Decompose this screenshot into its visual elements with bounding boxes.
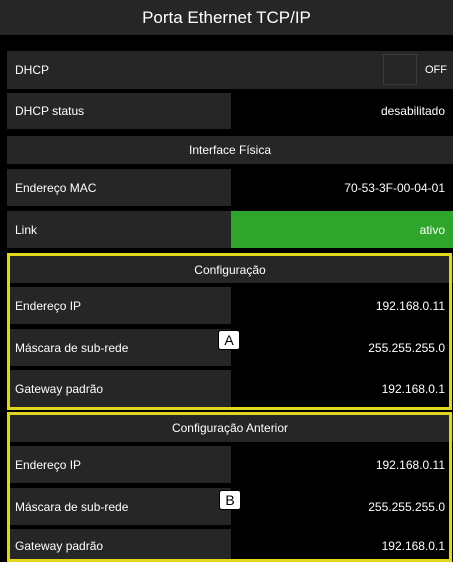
prev-gateway-row: Gateway padrão 192.168.0.1: [7, 529, 453, 562]
config-ip-value: 192.168.0.11: [231, 287, 453, 324]
prev-mask-label: Máscara de sub-rede: [7, 488, 231, 525]
config-gateway-value: 192.168.0.1: [231, 370, 453, 407]
config-mask-value: 255.255.255.0: [231, 329, 453, 366]
link-status-value: ativo: [231, 211, 453, 248]
prev-mask-value: 255.255.255.0: [231, 488, 453, 525]
prev-ip-label: Endereço IP: [7, 446, 231, 483]
mac-label: Endereço MAC: [7, 169, 231, 206]
config-mask-label: Máscara de sub-rede: [7, 329, 231, 366]
dhcp-row: DHCP OFF: [7, 51, 453, 89]
config-ip-label: Endereço IP: [7, 287, 231, 324]
marker-b: B: [219, 490, 241, 510]
prev-gateway-label: Gateway padrão: [7, 529, 231, 562]
config-gateway-row: Gateway padrão 192.168.0.1: [7, 370, 453, 407]
page-title: Porta Ethernet TCP/IP: [0, 0, 453, 35]
mac-value: 70-53-3F-00-04-01: [231, 169, 453, 206]
dhcp-status-label: DHCP status: [7, 93, 231, 129]
prev-ip-value: 192.168.0.11: [231, 446, 453, 483]
mac-row: Endereço MAC 70-53-3F-00-04-01: [7, 169, 453, 206]
config-gateway-label: Gateway padrão: [7, 370, 231, 407]
prev-ip-row: Endereço IP 192.168.0.11: [7, 446, 453, 483]
link-label: Link: [7, 211, 231, 248]
prev-gateway-value: 192.168.0.1: [231, 529, 453, 562]
link-row: Link ativo: [7, 211, 453, 248]
config-ip-row: Endereço IP 192.168.0.11: [7, 287, 453, 324]
dhcp-status-value: desabilitado: [231, 93, 453, 129]
config-heading: Configuração: [7, 256, 453, 283]
dhcp-toggle[interactable]: [383, 54, 417, 85]
marker-a: A: [218, 330, 240, 350]
prev-config-heading: Configuração Anterior: [7, 414, 453, 442]
dhcp-status-row: DHCP status desabilitado: [7, 93, 453, 129]
dhcp-state: OFF: [425, 64, 447, 76]
interface-heading: Interface Física: [7, 136, 453, 164]
